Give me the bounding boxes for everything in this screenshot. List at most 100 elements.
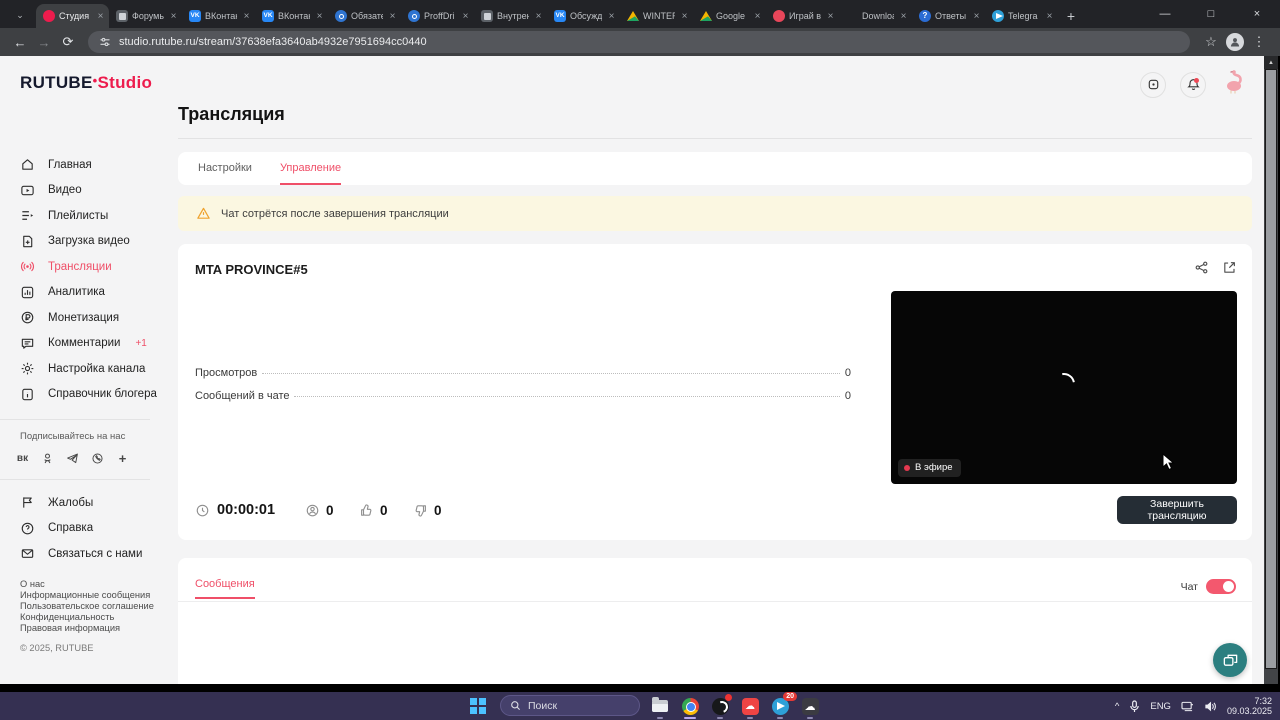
browser-tab-vk-1[interactable]: VK ВКонтак × (182, 4, 255, 28)
tab-close-icon[interactable]: × (95, 11, 106, 22)
rutube-studio-logo[interactable]: RUTUBE•Studio (20, 73, 152, 93)
tab-settings[interactable]: Настройки (198, 152, 252, 185)
chat-toggle-switch[interactable] (1206, 579, 1236, 594)
taskbar-file-explorer[interactable] (650, 696, 670, 719)
tab-title: ProffDri (424, 11, 455, 21)
window-minimize-button[interactable]: — (1142, 0, 1188, 28)
footer-link-legal[interactable]: Правовая информация (20, 623, 170, 634)
window-close-button[interactable]: × (1234, 0, 1280, 28)
social-ok-icon[interactable] (39, 450, 56, 467)
browser-tab-vk-2[interactable]: VK ВКонтак × (255, 4, 328, 28)
sidebar-item-blogger-guide[interactable]: Справочник блогера (0, 382, 170, 408)
end-stream-button[interactable]: Завершить трансляцию (1117, 496, 1237, 524)
browser-tab-telegram[interactable]: Telegra × (985, 4, 1058, 28)
social-telegram-icon[interactable] (64, 450, 81, 467)
new-tab-button[interactable]: + (1058, 4, 1084, 28)
likes-stat[interactable]: 0 (359, 503, 388, 518)
sidebar-item-videos[interactable]: Видео (0, 178, 170, 204)
social-more-icon[interactable]: + (114, 450, 131, 467)
browser-tab-studio[interactable]: Студия × (36, 4, 109, 28)
page-scrollbar[interactable]: ▲ (1264, 56, 1278, 684)
browser-tab-otvety[interactable]: ? Ответы × (912, 4, 985, 28)
sidebar-item-channel-settings[interactable]: Настройка канала (0, 356, 170, 382)
tab-messages[interactable]: Сообщения (195, 571, 255, 599)
bookmark-star-icon[interactable]: ☆ (1198, 34, 1224, 50)
share-icon[interactable] (1194, 260, 1209, 275)
browser-tab-google[interactable]: Google × (693, 4, 766, 28)
chat-widget-fab[interactable] (1213, 643, 1247, 677)
browser-tab-vnutren[interactable]: Внутрен × (474, 4, 547, 28)
tab-close-icon[interactable]: × (898, 11, 909, 22)
forward-button[interactable]: → (32, 35, 56, 50)
browser-tab-forums[interactable]: Форумы × (109, 4, 182, 28)
browser-tab-winter[interactable]: WINTER × (620, 4, 693, 28)
reload-button[interactable]: ⟳ (56, 34, 80, 50)
address-bar[interactable]: studio.rutube.ru/stream/37638efa3640ab49… (88, 31, 1190, 53)
browser-menu-icon[interactable]: ⋮ (1246, 34, 1272, 50)
tab-close-icon[interactable]: × (825, 11, 836, 22)
sidebar-item-upload[interactable]: Загрузка видео (0, 229, 170, 255)
browser-tab-proffdrive[interactable]: ProffDri × (401, 4, 474, 28)
footer-link-about[interactable]: О нас (20, 579, 170, 590)
browser-tab-download[interactable]: Downloa × (839, 4, 912, 28)
video-player[interactable]: В эфире (891, 291, 1237, 484)
sidebar-item-contact[interactable]: Связаться с нами (0, 541, 170, 567)
sidebar-item-comments[interactable]: Комментарии +1 (0, 331, 170, 357)
browser-tab-objazat[interactable]: Обязате × (328, 4, 401, 28)
dislikes-stat[interactable]: 0 (413, 503, 442, 518)
scrollbar-thumb[interactable] (1265, 69, 1277, 669)
sidebar-item-complaints[interactable]: Жалобы (0, 490, 170, 516)
window-restore-button[interactable]: □ (1188, 0, 1234, 28)
taskbar-cloud-app[interactable]: ☁ (800, 696, 820, 719)
social-vk-icon[interactable]: вк (14, 450, 31, 467)
language-indicator[interactable]: ENG (1150, 701, 1171, 712)
sidebar-item-playlists[interactable]: Плейлисты (0, 203, 170, 229)
clock-icon (196, 504, 209, 516)
tab-close-icon[interactable]: × (533, 11, 544, 22)
tab-close-icon[interactable]: × (971, 11, 982, 22)
tab-title: Студия (59, 11, 90, 21)
taskbar-search[interactable]: Поиск (500, 695, 640, 716)
scrollbar-up-arrow[interactable]: ▲ (1264, 56, 1278, 69)
footer-link-privacy[interactable]: Конфиденциальность (20, 612, 170, 623)
sidebar-item-streams[interactable]: Трансляции (0, 254, 170, 280)
sidebar-label: Трансляции (48, 260, 112, 273)
taskbar-telegram[interactable]: 20 (770, 692, 797, 719)
tab-close-icon[interactable]: × (679, 11, 690, 22)
taskbar-obs[interactable] (710, 694, 732, 719)
tab-close-icon[interactable]: × (314, 11, 325, 22)
taskbar-chrome[interactable] (680, 696, 700, 719)
browser-tab-obsuzhd[interactable]: VK Обсужда × (547, 4, 620, 28)
sidebar-item-monetization[interactable]: Монетизация (0, 305, 170, 331)
sidebar-item-analytics[interactable]: Аналитика (0, 280, 170, 306)
tab-search-caret-icon[interactable]: ⌄ (8, 4, 32, 26)
tab-management[interactable]: Управление (279, 152, 342, 185)
browser-tab-igray[interactable]: Играй в × (766, 4, 839, 28)
windows-taskbar: Поиск ☁ 20 ☁ ^ ENG 7:32 09.03.2025 (0, 692, 1280, 720)
tab-close-icon[interactable]: × (387, 11, 398, 22)
tab-close-icon[interactable]: × (1044, 11, 1055, 22)
date-text: 09.03.2025 (1226, 706, 1272, 716)
site-settings-icon[interactable] (99, 36, 111, 48)
taskbar-red-app[interactable]: ☁ (740, 696, 760, 719)
tab-close-icon[interactable]: × (460, 11, 471, 22)
tab-close-icon[interactable]: × (752, 11, 763, 22)
browser-profile-avatar[interactable] (1226, 33, 1244, 51)
tab-close-icon[interactable]: × (168, 11, 179, 22)
sidebar-item-home[interactable]: Главная (0, 152, 170, 178)
open-external-icon[interactable] (1222, 260, 1237, 275)
start-button[interactable] (470, 698, 486, 714)
speaker-icon[interactable] (1204, 701, 1217, 712)
footer-link-terms[interactable]: Пользовательское соглашение (20, 601, 170, 612)
back-button[interactable]: ← (8, 35, 32, 50)
tray-chevron-icon[interactable]: ^ (1115, 701, 1119, 712)
main-content: Трансляция Настройки Управление Чат сотр… (178, 56, 1252, 684)
taskbar-clock[interactable]: 7:32 09.03.2025 (1227, 696, 1272, 717)
sidebar-item-help[interactable]: Справка (0, 516, 170, 542)
network-icon[interactable] (1181, 701, 1194, 712)
footer-link-info[interactable]: Информационные сообщения (20, 590, 170, 601)
microphone-icon[interactable] (1129, 699, 1140, 713)
social-viber-icon[interactable] (89, 450, 106, 467)
tab-close-icon[interactable]: × (606, 11, 617, 22)
tab-close-icon[interactable]: × (241, 11, 252, 22)
